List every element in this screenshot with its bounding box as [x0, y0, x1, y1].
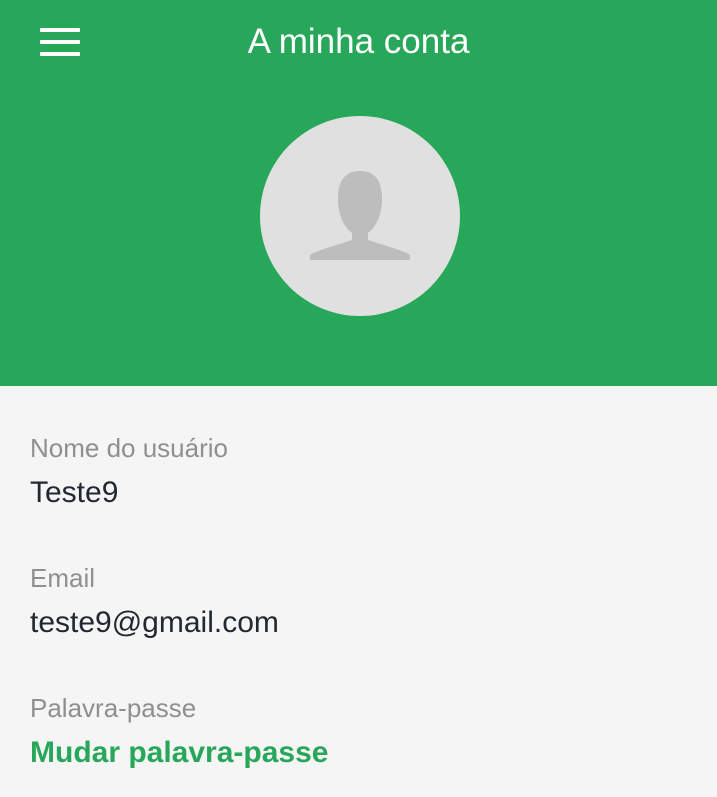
account-header: A minha conta	[0, 0, 717, 386]
username-field: Nome do usuário Teste9	[30, 432, 690, 512]
page-title: A minha conta	[247, 22, 470, 61]
profile-avatar[interactable]	[260, 116, 460, 316]
change-password-link[interactable]: Mudar palavra-passe	[30, 734, 328, 772]
username-value: Teste9	[30, 476, 119, 509]
email-label: Email	[30, 563, 96, 593]
user-placeholder-icon	[310, 171, 410, 260]
username-label: Nome do usuário	[30, 433, 228, 463]
password-label: Palavra-passe	[30, 693, 197, 723]
email-value: teste9@gmail.com	[30, 606, 279, 639]
email-field: Email teste9@gmail.com	[30, 562, 690, 642]
password-field: Palavra-passe Mudar palavra-passe	[30, 692, 690, 772]
